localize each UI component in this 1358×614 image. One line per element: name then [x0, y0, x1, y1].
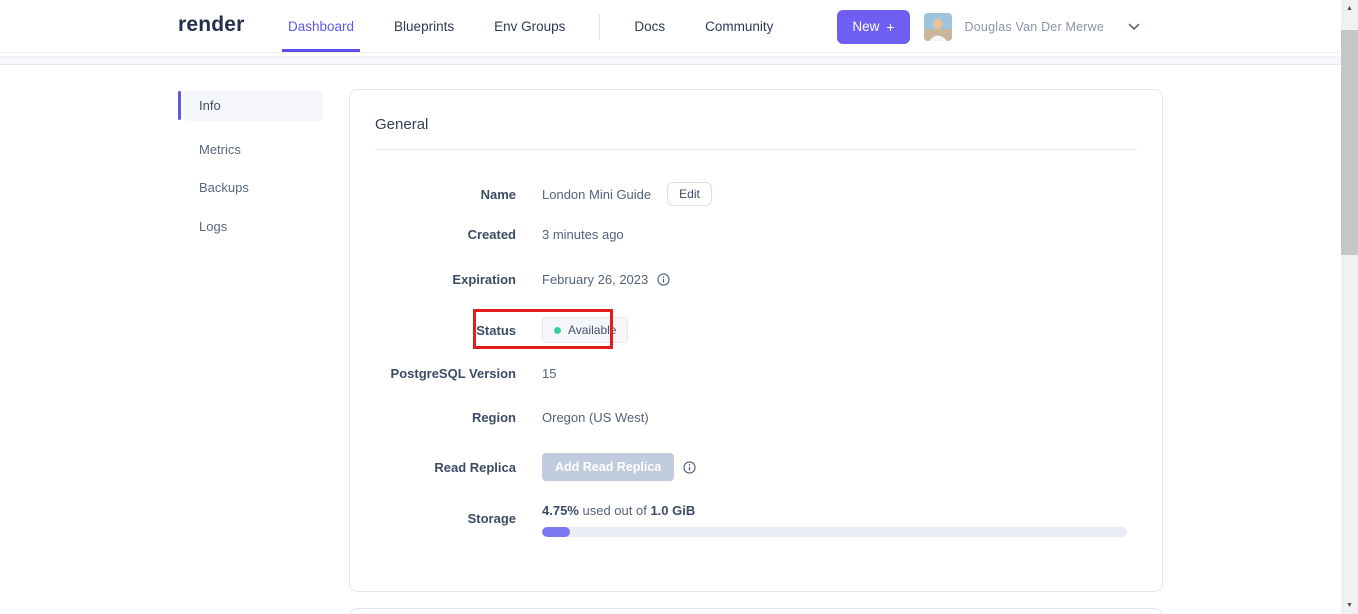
- storage-usage-text: 4.75% used out of 1.0 GiB: [542, 503, 1127, 518]
- created-label: Created: [467, 227, 516, 242]
- card-divider: [375, 149, 1137, 150]
- read-replica-info-icon[interactable]: [683, 460, 696, 474]
- new-button-label: New: [852, 19, 880, 34]
- avatar-image: [923, 12, 952, 41]
- region-row: Region Oregon (US West): [350, 410, 649, 425]
- sidebar-item-backups[interactable]: Backups: [183, 172, 323, 203]
- nav-divider: [599, 13, 601, 40]
- status-value: Available: [542, 317, 629, 343]
- status-badge: Available: [542, 317, 629, 343]
- storage-used-middle: used out of: [578, 503, 651, 518]
- storage-block: 4.75% used out of 1.0 GiB: [542, 503, 1127, 537]
- postgresql-version-value: 15: [542, 366, 557, 381]
- user-name[interactable]: Douglas Van Der Merwe: [965, 20, 1104, 34]
- postgresql-version-label: PostgreSQL Version: [390, 366, 516, 381]
- nav-right-group: New + Douglas Van Der Merwe: [837, 0, 1140, 53]
- expiration-row: Expiration February 26, 2023: [350, 272, 670, 287]
- scrollbar-thumb[interactable]: [1341, 30, 1358, 255]
- read-replica-row: Read Replica Add Read Replica: [350, 453, 696, 481]
- card-title: General: [375, 116, 429, 133]
- nav-community[interactable]: Community: [699, 1, 779, 52]
- add-read-replica-button[interactable]: Add Read Replica: [542, 453, 675, 481]
- edit-button[interactable]: Edit: [667, 182, 712, 206]
- name-label: Name: [480, 186, 516, 202]
- chevron-down-icon[interactable]: [1128, 23, 1140, 31]
- storage-progress-track: [542, 527, 1127, 537]
- status-badge-text: Available: [568, 323, 617, 337]
- name-value: London Mini Guide Edit: [542, 182, 712, 206]
- status-label: Status: [476, 322, 516, 338]
- postgresql-version-row: PostgreSQL Version 15: [350, 366, 557, 381]
- status-dot-icon: [554, 326, 561, 334]
- storage-progress-fill: [542, 527, 570, 537]
- render-logo[interactable]: render: [178, 13, 245, 37]
- region-value: Oregon (US West): [542, 410, 649, 425]
- plus-icon: +: [886, 18, 895, 35]
- sidebar-item-info[interactable]: Info: [178, 90, 323, 121]
- name-row: Name London Mini Guide Edit: [350, 182, 712, 206]
- nav-env-groups[interactable]: Env Groups: [488, 1, 571, 52]
- expiration-label: Expiration: [452, 272, 516, 287]
- expiration-value: February 26, 2023: [542, 272, 670, 287]
- top-navigation: render Dashboard Blueprints Env Groups D…: [0, 0, 1341, 53]
- status-row: Status Available: [350, 317, 629, 343]
- next-card-top-edge: [349, 608, 1163, 614]
- created-value: 3 minutes ago: [542, 227, 624, 242]
- sidebar-item-logs[interactable]: Logs: [183, 211, 323, 242]
- page: render Dashboard Blueprints Env Groups D…: [0, 0, 1358, 614]
- read-replica-value: Add Read Replica: [542, 453, 696, 481]
- scrollbar-up-icon[interactable]: ▲: [1341, 0, 1358, 17]
- read-replica-label: Read Replica: [434, 459, 516, 475]
- expiration-value-text: February 26, 2023: [542, 272, 649, 287]
- subnav-band: [0, 56, 1341, 65]
- scrollbar-down-icon[interactable]: ▼: [1341, 597, 1358, 614]
- nav-blueprints[interactable]: Blueprints: [388, 1, 460, 52]
- nav-docs[interactable]: Docs: [628, 1, 671, 52]
- storage-label: Storage: [467, 511, 516, 526]
- new-button[interactable]: New +: [837, 9, 910, 44]
- nav-links: Dashboard Blueprints Env Groups Docs Com…: [282, 0, 779, 53]
- storage-used-percent: 4.75%: [542, 503, 579, 518]
- general-card: General Name London Mini Guide Edit Crea…: [349, 89, 1163, 592]
- user-avatar[interactable]: [923, 12, 952, 41]
- region-label: Region: [471, 410, 516, 425]
- nav-dashboard[interactable]: Dashboard: [282, 1, 361, 52]
- expiration-info-icon[interactable]: [657, 273, 670, 286]
- storage-total: 1.0 GiB: [650, 503, 696, 518]
- sidebar-item-metrics[interactable]: Metrics: [183, 134, 323, 165]
- name-value-text: London Mini Guide: [542, 186, 652, 202]
- created-row: Created 3 minutes ago: [350, 227, 624, 242]
- vertical-scrollbar[interactable]: ▲ ▼: [1341, 0, 1358, 614]
